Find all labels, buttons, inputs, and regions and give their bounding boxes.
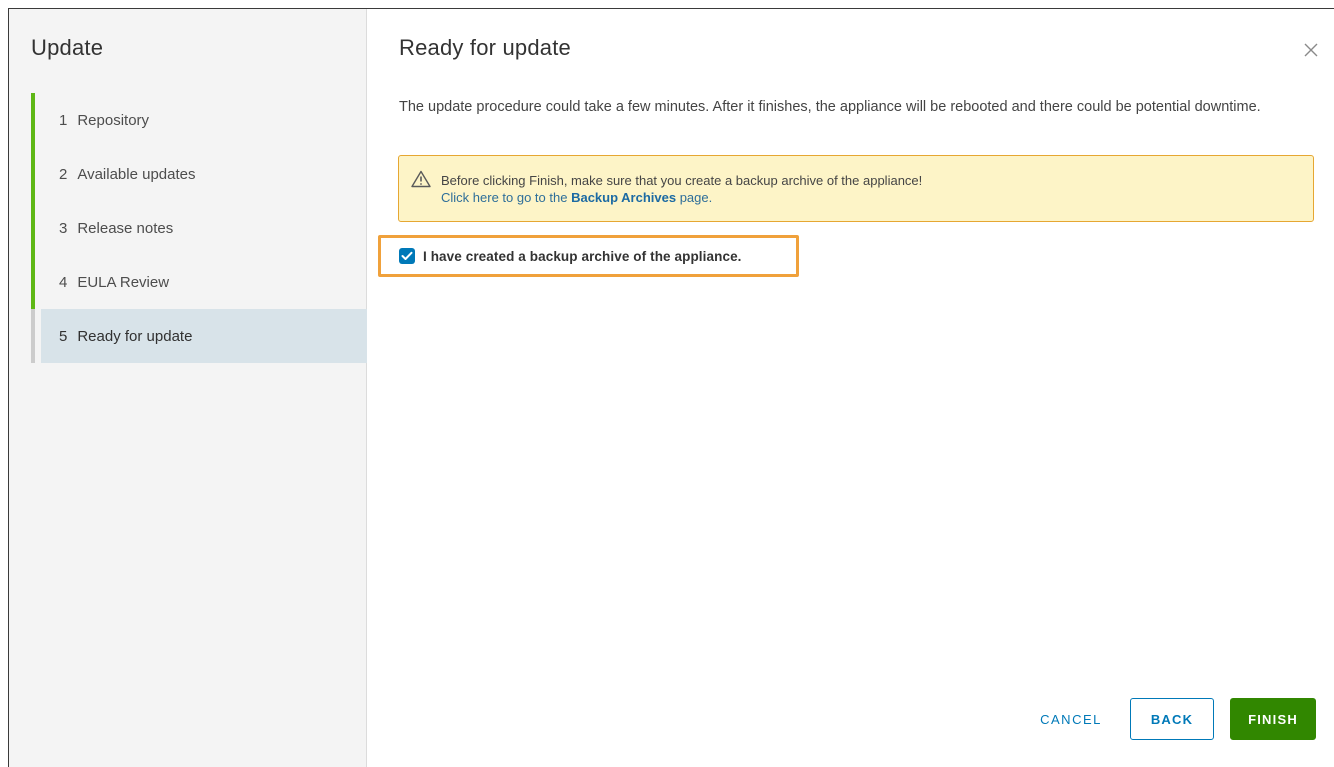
alert-text: Before clicking Finish, make sure that y… <box>441 172 922 206</box>
step-label: EULA Review <box>77 273 170 291</box>
step-number: 5 <box>59 327 68 345</box>
alert-link-line: Click here to go to the Backup Archives … <box>441 189 922 206</box>
alert-link-suffix: page. <box>676 190 713 205</box>
step-progress-bar <box>31 255 35 309</box>
step-number: 4 <box>59 273 68 291</box>
cancel-button[interactable]: CANCEL <box>1028 698 1114 740</box>
wizard-steps: 1 Repository 2 Available updates 3 Relea… <box>31 93 367 363</box>
step-repository[interactable]: 1 Repository <box>31 93 367 147</box>
step-available-updates[interactable]: 2 Available updates <box>31 147 367 201</box>
step-ready-for-update[interactable]: 5 Ready for update <box>31 309 367 363</box>
update-description: The update procedure could take a few mi… <box>399 99 1261 115</box>
close-icon <box>1304 43 1318 57</box>
backup-warning-alert: Before clicking Finish, make sure that y… <box>398 155 1314 222</box>
close-button[interactable] <box>1302 41 1320 59</box>
alert-link-prefix: Click here to go to the <box>441 190 572 205</box>
step-progress-bar <box>31 309 35 363</box>
wizard-sidebar: Update 1 Repository 2 Available updates … <box>9 9 367 767</box>
finish-button[interactable]: FINISH <box>1230 698 1316 740</box>
step-release-notes[interactable]: 3 Release notes <box>31 201 367 255</box>
wizard-content: Ready for update The update procedure co… <box>367 9 1334 767</box>
step-number: 3 <box>59 219 68 237</box>
step-label: Ready for update <box>77 327 193 345</box>
wizard-title: Update <box>31 35 104 60</box>
step-label: Release notes <box>77 219 174 237</box>
backup-confirm-label[interactable]: I have created a backup archive of the a… <box>423 249 742 264</box>
step-progress-bar <box>31 147 35 201</box>
step-number: 1 <box>59 111 68 129</box>
step-eula-review[interactable]: 4 EULA Review <box>31 255 367 309</box>
wizard-footer: CANCEL BACK FINISH <box>1028 698 1316 740</box>
step-progress-bar <box>31 93 35 147</box>
alert-message: Before clicking Finish, make sure that y… <box>441 173 923 188</box>
step-label: Available updates <box>77 165 196 183</box>
step-number: 2 <box>59 165 68 183</box>
checkmark-icon <box>401 251 413 260</box>
backup-confirm-checkbox[interactable] <box>399 248 415 264</box>
warning-icon <box>411 170 431 188</box>
backup-confirm-highlight: I have created a backup archive of the a… <box>378 235 799 277</box>
update-wizard-dialog: Update 1 Repository 2 Available updates … <box>8 8 1334 767</box>
page-title: Ready for update <box>399 35 571 60</box>
step-label: Repository <box>77 111 150 129</box>
backup-archives-link[interactable]: Backup Archives <box>571 190 676 205</box>
back-button[interactable]: BACK <box>1130 698 1214 740</box>
step-progress-bar <box>31 201 35 255</box>
